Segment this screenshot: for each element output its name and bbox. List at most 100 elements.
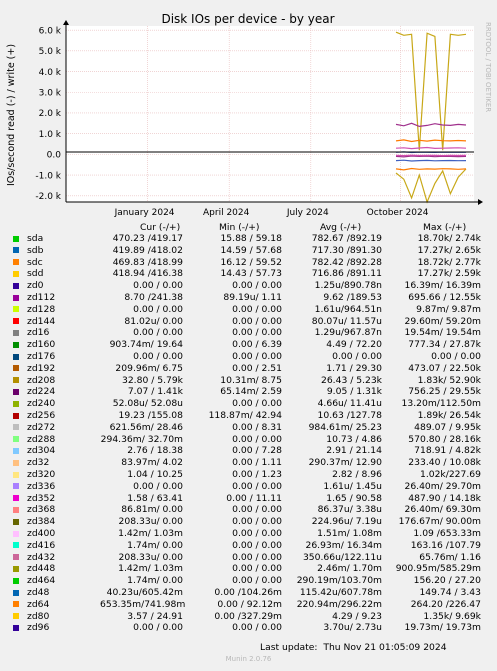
legend-min-value: 15.88 / 59.18 [220,233,282,244]
legend-row-zd224: zd224 7.07 / 1.41k 65.14m/ 2.59 9.05 / 1.31… [0,386,497,398]
legend-min-value: 0.00 /104.26m [214,587,282,598]
legend-avg-value: 716.86 /891.11 [311,268,382,280]
legend-device-name: zd400 [27,528,56,539]
legend-device-name: zd176 [27,351,56,362]
legend-avg-value: 4.66u/ 11.41u [317,398,382,410]
legend-device-name: sdd [27,268,44,280]
legend-max-value: 19.73m/ 19.73m [404,622,481,634]
legend-row-zd464: zd464 1.74m/ 0.00 0.00 / 0.00 290.19m/103.7… [0,575,497,587]
legend-min-value: 0.00 / 1.23 [232,469,282,480]
legend-row-zd48: zd48 40.23u/605.42m 0.00 /104.26m 115.42u/6… [0,587,497,599]
legend-max-value: 9.87m/ 9.87m [416,303,481,315]
legend-row-zd352: zd352 1.58 / 63.41 0.00 / 11.11 1.65 / 90.5… [0,493,497,505]
legend-min-value: 10.31m/ 8.75 [220,374,282,386]
y-tick-label: 5.0 k [39,47,62,57]
legend-row-zd160: zd160 903.74m/ 19.64 0.00 / 6.39 4.49 / 72.… [0,339,497,351]
legend-avg-value: 224.96u/ 7.19u [311,516,382,528]
legend-swatch [13,247,19,254]
legend-max-value: 570.80 / 28.16k [408,433,481,445]
legend-row-sdb: sdb 419.89 /418.02 14.59 / 57.68 717.30 /89… [0,245,497,257]
legend-cur-value: 0.00 / 0.00 [133,303,183,315]
legend-min-value: 0.00 / 11.11 [226,492,282,504]
legend-min-value: 0.00 / 0.00 [232,504,282,516]
legend-row-zd320: zd320 1.04 / 10.25 0.00 / 1.23 2.82 / 8.96 1… [0,469,497,481]
x-tick-label: July 2024 [286,208,329,218]
legend-cur-value: 208.33u/ 0.00 [118,516,183,528]
y-tick-label: 4.0 k [39,68,62,78]
legend-min-value: 0.00 / 0.00 [232,327,282,339]
legend-cur-value: 1.04 / 10.25 [127,469,183,480]
legend-cur-value: 81.02u/ 0.00 [124,315,183,327]
legend-device-name: zd448 [27,563,56,575]
rrdtool-credit: RRDTOOL / TOBI OETIKER [484,22,492,112]
legend-max-value: 756.25 / 29.55k [408,386,481,398]
legend-avg-value: 3.70u/ 2.73u [323,622,382,634]
legend-min-value: 0.00 / 0.00 [232,398,282,410]
legend-cur-value: 469.83 /418.99 [112,256,183,268]
legend-swatch [13,601,19,608]
legend-cur-value: 419.89 /418.02 [112,244,183,256]
legend-avg-value: 4.49 / 72.20 [326,339,382,351]
legend-swatch [13,518,19,525]
legend-swatch [13,306,19,313]
header-min: Min (-/+) [219,222,260,233]
legend-cur-value: 7.07 / 1.41k [127,386,183,398]
legend-device-name: zd288 [27,433,56,445]
legend-min-value: 0.00 / 1.11 [232,457,282,469]
legend-row-zd368: zd368 86.81m/ 0.00 0.00 / 0.00 86.37u/ 3.38… [0,504,497,516]
legend-swatch [13,554,19,561]
last-update: Last update: Thu Nov 21 01:05:09 2024 [260,642,447,653]
legend-min-value: 0.00 / 0.00 [232,539,282,551]
legend-device-name: zd256 [27,410,56,421]
legend-min-value: 0.00 / 0.00 [232,433,282,445]
legend-cur-value: 208.33u/ 0.00 [118,551,183,563]
legend-swatch [13,318,19,325]
legend-device-name: zd240 [27,398,56,410]
legend-device-name: zd48 [27,587,50,598]
legend-max-value: 65.76m/ 1.16 [419,551,481,563]
legend-min-value: 0.00 / 8.31 [232,421,282,433]
legend-row-zd176: zd176 0.00 / 0.00 0.00 / 0.00 0.00 / 0.00 0.… [0,351,497,363]
legend-avg-value: 717.30 /891.30 [311,244,382,256]
legend-min-value: 89.19u/ 1.11 [223,292,282,303]
legend-max-value: 17.27k/ 2.59k [417,268,481,280]
legend-avg-value: 115.42u/607.78m [299,587,382,598]
legend-swatch [13,483,19,490]
legend-avg-value: 782.67 /892.19 [311,233,382,244]
legend-swatch [13,530,19,537]
legend-avg-value: 86.37u/ 3.38u [317,504,382,516]
legend-avg-value: 1.25u/890.78n [314,280,382,292]
legend-min-value: 0.00 / 0.00 [232,351,282,362]
legend-device-name: zd208 [27,374,56,386]
legend-cur-value: 0.00 / 0.00 [133,280,183,292]
legend-max-value: 473.07 / 22.50k [408,362,481,374]
legend-min-value: 65.14m/ 2.59 [220,386,282,398]
legend-max-value: 264.20 /226.47 [410,598,481,610]
legend-min-value: 118.87m/ 42.94 [208,410,282,421]
chart-title: Disk IOs per device - by year [161,12,334,26]
legend-row-zd384: zd384 208.33u/ 0.00 0.00 / 0.00 224.96u/ 7.… [0,516,497,528]
legend-device-name: zd112 [27,292,56,303]
legend-cur-value: 0.00 / 0.00 [133,327,183,339]
legend-swatch [13,400,19,407]
legend-device-name: zd32 [27,457,50,469]
series-zd400-write [395,146,467,150]
legend-device-name: zd416 [27,539,56,551]
legend-avg-value: 984.61m/ 25.23 [308,421,382,433]
legend-cur-value: 3.57 / 24.91 [127,610,183,622]
legend-min-value: 0.00 /327.29m [214,610,282,622]
legend-swatch [13,412,19,419]
legend-row-zd96: zd96 0.00 / 0.00 0.00 / 0.00 3.70u/ 2.73u 19… [0,622,497,634]
legend-avg-value: 290.19m/103.70m [296,575,382,587]
legend-max-value: 777.34 / 27.87k [408,339,481,351]
x-tick-label: October 2024 [367,208,429,218]
legend-device-name: sdb [27,244,44,256]
legend-device-name: zd192 [27,362,56,374]
legend-row-zd304: zd304 2.76 / 18.38 0.00 / 7.28 2.91 / 21.14… [0,445,497,457]
legend-cur-value: 621.56m/ 28.46 [109,421,183,433]
legend-max-value: 1.89k/ 26.54k [417,410,481,421]
y-tick-label: 1.0 k [39,130,62,140]
header-cur: Cur (-/+) [140,222,181,233]
legend-cur-value: 903.74m/ 19.64 [109,339,183,351]
legend-cur-value: 209.96m/ 6.75 [115,362,183,374]
